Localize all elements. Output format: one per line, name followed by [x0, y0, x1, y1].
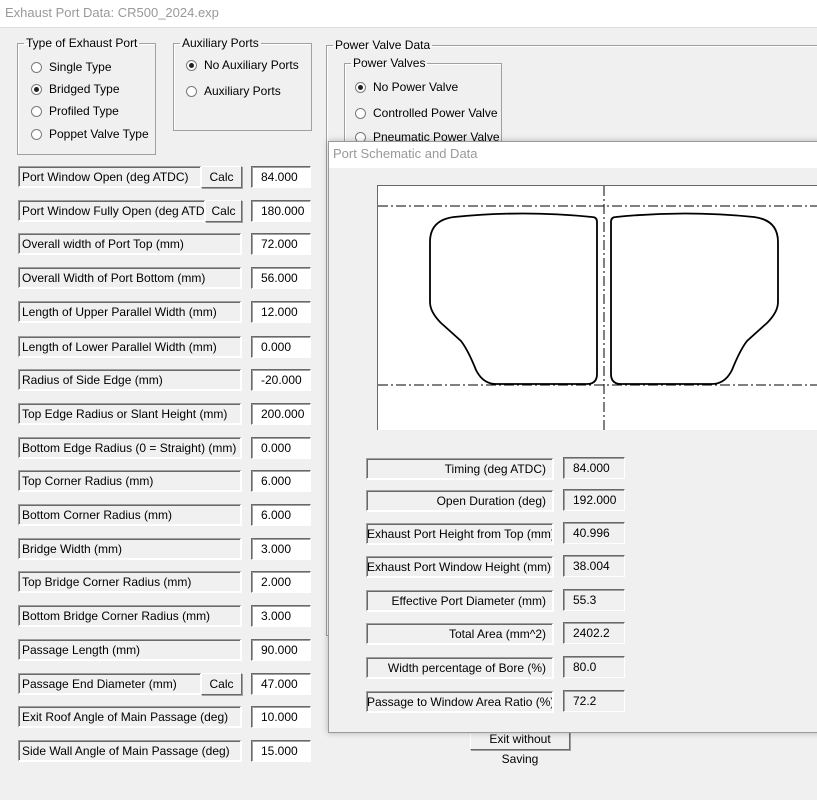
total-area-value: 2402.2	[563, 622, 625, 644]
radio-indicator-selected	[355, 81, 366, 93]
radio-no-power-valve[interactable]: No Power Valve	[355, 80, 458, 94]
radio-label: Poppet Valve Type	[49, 127, 149, 141]
bottom-corner-radius-label: Bottom Corner Radius (mm)	[18, 504, 242, 526]
bottom-edge-radius-label: Bottom Edge Radius (0 = Straight) (mm)	[18, 437, 242, 459]
radio-indicator	[186, 85, 197, 97]
port-schematic-dialog: Port Schematic and Data Timing (deg ATDC…	[328, 141, 817, 733]
top-bridge-corner-radius-input[interactable]: 2.000	[251, 571, 311, 593]
upper-parallel-width-label: Length of Upper Parallel Width (mm)	[18, 301, 242, 323]
bottom-edge-radius-input[interactable]: 0.000	[251, 437, 311, 459]
bridge-width-input[interactable]: 3.000	[251, 538, 311, 560]
exhaust-window-height-label: Exhaust Port Window Height (mm)	[366, 556, 554, 578]
lower-parallel-width-label: Length of Lower Parallel Width (mm)	[18, 336, 242, 358]
exhaust-window-height-value: 38.004	[563, 555, 625, 577]
radio-label: Profiled Type	[49, 104, 119, 118]
left-port-window	[429, 212, 598, 385]
top-bridge-corner-radius-label: Top Bridge Corner Radius (mm)	[18, 571, 242, 593]
power-valves-legend: Power Valves	[353, 56, 426, 70]
radio-indicator-selected	[31, 83, 42, 95]
radio-profiled-type[interactable]: Profiled Type	[31, 104, 119, 118]
exit-roof-angle-input[interactable]: 10.000	[251, 706, 311, 728]
passage-end-diameter-input[interactable]: 47.000	[251, 673, 311, 695]
overall-width-port-bottom-label: Overall Width of Port Bottom (mm)	[18, 267, 242, 289]
timing-label: Timing (deg ATDC)	[366, 458, 554, 480]
radio-single-type[interactable]: Single Type	[31, 60, 112, 74]
radio-auxiliary-ports[interactable]: Auxiliary Ports	[186, 84, 281, 98]
radio-poppet-valve-type[interactable]: Poppet Valve Type	[31, 127, 149, 141]
effective-port-diameter-label: Effective Port Diameter (mm)	[366, 590, 554, 612]
bottom-corner-radius-input[interactable]: 6.000	[251, 504, 311, 526]
radio-no-auxiliary-ports[interactable]: No Auxiliary Ports	[186, 58, 299, 72]
auxiliary-ports-legend: Auxiliary Ports	[182, 36, 259, 50]
top-edge-radius-label: Top Edge Radius or Slant Height (mm)	[18, 403, 242, 425]
dialog-title: Port Schematic and Data	[329, 142, 817, 168]
width-percentage-bore-label: Width percentage of Bore (%)	[366, 657, 554, 679]
exhaust-port-type-legend: Type of Exhaust Port	[26, 36, 138, 50]
passage-length-input[interactable]: 90.000	[251, 639, 311, 661]
port-window-open-label: Port Window Open (deg ATDC)	[18, 166, 202, 188]
passage-window-area-ratio-value: 72.2	[563, 690, 625, 712]
port-window-fully-open-input[interactable]: 180.000	[251, 200, 311, 222]
passage-window-area-ratio-label: Passage to Window Area Ratio (%)	[366, 691, 554, 713]
radio-label: No Power Valve	[373, 80, 459, 94]
top-corner-radius-input[interactable]: 6.000	[251, 470, 311, 492]
radio-indicator	[31, 61, 42, 73]
passage-length-label: Passage Length (mm)	[18, 639, 242, 661]
port-schematic-canvas	[377, 185, 817, 430]
overall-width-port-top-input[interactable]: 72.000	[251, 233, 311, 255]
bottom-bridge-corner-radius-input[interactable]: 3.000	[251, 605, 311, 627]
bottom-bridge-corner-radius-label: Bottom Bridge Corner Radius (mm)	[18, 605, 242, 627]
power-valve-data-legend: Power Valve Data	[335, 38, 431, 52]
exhaust-port-height-label: Exhaust Port Height from Top (mm)	[366, 523, 554, 545]
open-duration-label: Open Duration (deg)	[366, 490, 554, 512]
exhaust-port-height-value: 40.996	[563, 522, 625, 544]
radio-label: Auxiliary Ports	[204, 84, 281, 98]
radio-indicator	[355, 107, 366, 119]
radio-indicator-selected	[186, 59, 197, 71]
radio-controlled-power-valve[interactable]: Controlled Power Valve	[355, 106, 498, 120]
port-window-open-input[interactable]: 84.000	[251, 166, 311, 188]
timing-value: 84.000	[563, 457, 625, 479]
exit-roof-angle-label: Exit Roof Angle of Main Passage (deg)	[18, 706, 242, 728]
window-title: Exhaust Port Data: CR500_2024.exp	[0, 0, 817, 28]
right-port-window	[610, 212, 779, 385]
effective-port-diameter-value: 55.3	[563, 589, 625, 611]
radius-side-edge-input[interactable]: -20.000	[251, 369, 311, 391]
radio-label: Bridged Type	[49, 82, 120, 96]
lower-parallel-width-input[interactable]: 0.000	[251, 336, 311, 358]
side-wall-angle-input[interactable]: 15.000	[251, 740, 311, 762]
upper-parallel-width-input[interactable]: 12.000	[251, 301, 311, 323]
width-percentage-bore-value: 80.0	[563, 656, 625, 678]
port-window-open-calc-button[interactable]: Calc	[201, 166, 242, 188]
side-wall-angle-label: Side Wall Angle of Main Passage (deg)	[18, 740, 242, 762]
radio-label: Controlled Power Valve	[373, 106, 498, 120]
bridge-width-label: Bridge Width (mm)	[18, 538, 242, 560]
passage-end-diameter-label: Passage End Diameter (mm)	[18, 673, 202, 695]
port-schematic-drawing	[378, 186, 817, 430]
overall-width-port-bottom-input[interactable]: 56.000	[251, 267, 311, 289]
top-corner-radius-label: Top Corner Radius (mm)	[18, 470, 242, 492]
radio-bridged-type[interactable]: Bridged Type	[31, 82, 120, 96]
radius-side-edge-label: Radius of Side Edge (mm)	[18, 369, 242, 391]
top-edge-radius-input[interactable]: 200.000	[251, 403, 311, 425]
overall-width-port-top-label: Overall width of Port Top (mm)	[18, 233, 242, 255]
radio-indicator	[31, 105, 42, 117]
radio-label: No Auxiliary Ports	[204, 58, 299, 72]
port-window-fully-open-label: Port Window Fully Open (deg ATDC)	[18, 200, 206, 222]
open-duration-value: 192.000	[563, 489, 625, 511]
total-area-label: Total Area (mm^2)	[366, 623, 554, 645]
radio-label: Single Type	[49, 60, 112, 74]
port-window-fully-open-calc-button[interactable]: Calc	[205, 200, 242, 222]
passage-end-diameter-calc-button[interactable]: Calc	[201, 673, 242, 695]
radio-indicator	[31, 128, 42, 140]
